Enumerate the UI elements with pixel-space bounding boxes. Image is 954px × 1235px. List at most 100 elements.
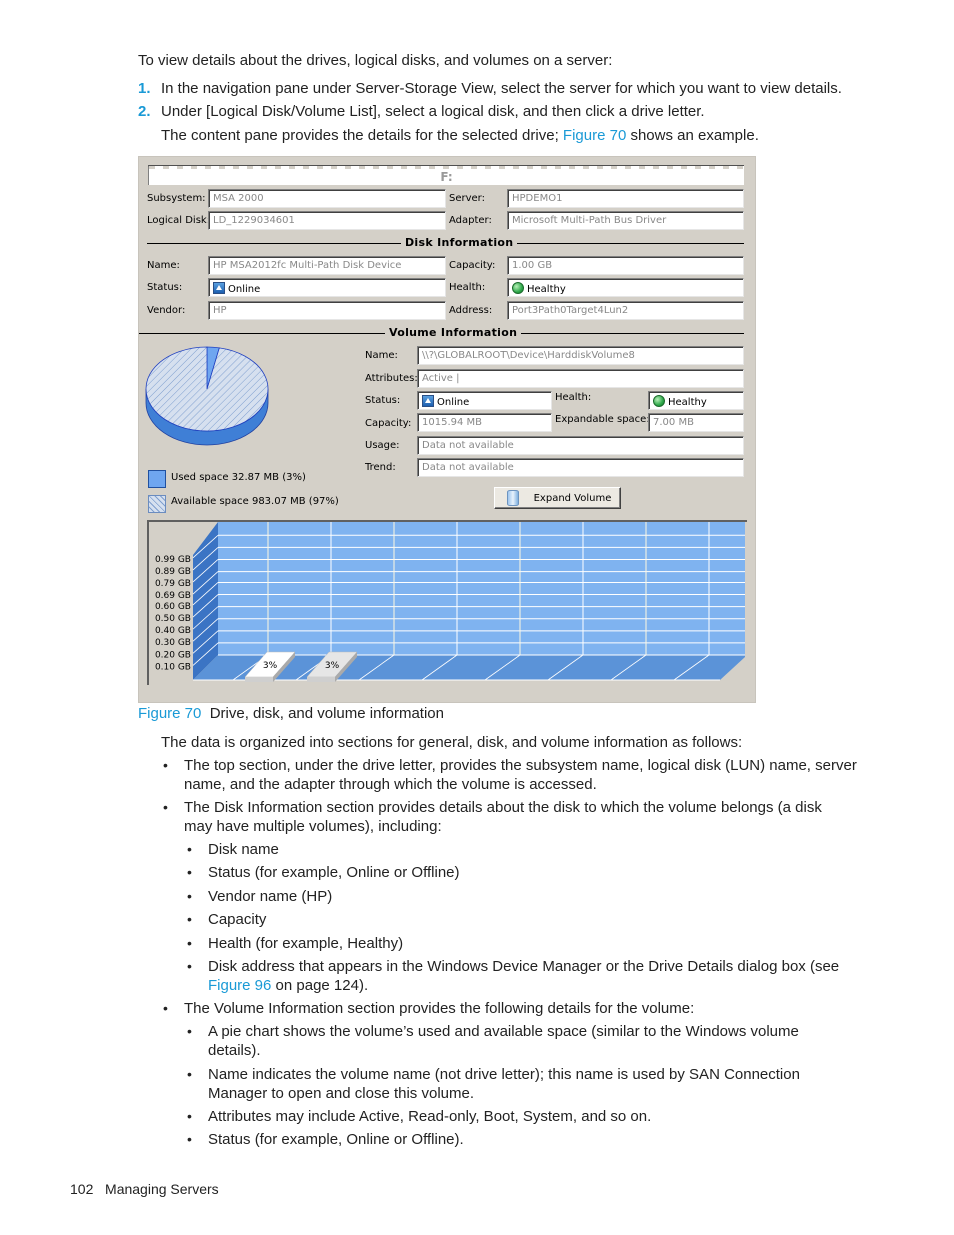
bullet-text: The top section, under the drive letter,…: [184, 757, 857, 774]
step-number: 2.: [138, 103, 151, 120]
usage-field[interactable]: Data not available: [417, 436, 744, 455]
server-field[interactable]: HPDEMO1: [507, 189, 744, 208]
adapter-field[interactable]: Microsoft Multi-Path Bus Driver: [507, 211, 744, 230]
bullet: •: [163, 1000, 168, 1016]
volume-status-value: Online: [437, 397, 470, 408]
disk-capacity-label: Capacity:: [449, 260, 496, 271]
disk-health-label: Health:: [449, 282, 486, 293]
subsystem-field[interactable]: MSA 2000: [208, 189, 446, 208]
disk-status-value: Online: [228, 284, 261, 295]
volume-health-value: Healthy: [668, 397, 707, 408]
step-number: 1.: [138, 80, 151, 97]
bar-data-label: 3%: [263, 661, 278, 671]
bullet: •: [187, 958, 192, 974]
volume-status-field[interactable]: Online: [417, 391, 552, 410]
volume-capacity-field[interactable]: 1015.94 MB: [417, 413, 552, 432]
bullet: •: [163, 799, 168, 815]
usage-label: Usage:: [365, 440, 400, 451]
y-tick-label: 0.30 GB: [155, 638, 191, 648]
pie-slice-available: [145, 346, 269, 432]
trend-label: Trend:: [365, 462, 396, 473]
expandable-space-field[interactable]: 7.00 MB: [648, 413, 744, 432]
footer-section: Managing Servers: [105, 1181, 219, 1197]
volume-information-title: Volume Information: [385, 326, 522, 339]
expand-volume-icon: [507, 490, 519, 506]
y-tick-label: 0.10 GB: [155, 662, 191, 672]
chart-side-wall: [193, 522, 218, 680]
bullet: •: [187, 841, 192, 857]
sub-bullet-text: Name indicates the volume name (not driv…: [208, 1066, 800, 1083]
figure-caption-text: Drive, disk, and volume information: [209, 705, 444, 722]
volume-health-field[interactable]: Healthy: [648, 391, 744, 410]
disk-name-label: Name:: [147, 260, 180, 271]
sub-bullet-text: A pie chart shows the volume’s used and …: [208, 1023, 799, 1040]
volume-health-label: Health:: [555, 392, 592, 403]
disk-health-value: Healthy: [527, 284, 566, 295]
vendor-field[interactable]: HP: [208, 301, 446, 320]
disk-name-field[interactable]: HP MSA2012fc Multi-Path Disk Device: [208, 256, 446, 275]
sub-bullet-text: Attributes may include Active, Read-only…: [208, 1108, 652, 1125]
y-tick-label: 0.89 GB: [155, 567, 191, 577]
attributes-field[interactable]: Active |: [417, 369, 744, 388]
sub-bullet-text: Health (for example, Healthy): [208, 935, 404, 952]
online-icon: [422, 395, 434, 407]
bar-front: [307, 677, 335, 682]
healthy-icon: [512, 282, 524, 294]
expand-volume-label: Expand Volume: [533, 493, 612, 504]
y-tick-label: 0.99 GB: [155, 555, 191, 565]
page-footer: 102 Managing Servers: [70, 1180, 219, 1199]
sub-bullet-text: Figure 96 on page 124).: [208, 976, 368, 995]
sub-bullet-text: Capacity: [208, 911, 267, 928]
bullet: •: [163, 757, 168, 773]
subsystem-label: Subsystem:: [147, 193, 206, 204]
logical-disk-field[interactable]: LD_1229034601: [208, 211, 446, 230]
result-text-end: shows an example.: [626, 127, 759, 144]
disk-capacity-field[interactable]: 1.00 GB: [507, 256, 744, 275]
volume-capacity-label: Capacity:: [365, 418, 412, 429]
chart-back-wall: [218, 522, 745, 655]
bullet-text: The Volume Information section provides …: [184, 1000, 695, 1017]
sub-bullet-text: Disk address that appears in the Windows…: [208, 958, 840, 975]
bullet: •: [187, 1023, 192, 1039]
sub-bullet-text: Disk name: [208, 841, 279, 858]
y-tick-label: 0.79 GB: [155, 579, 191, 589]
step-text: Under [Logical Disk/Volume List], select…: [161, 103, 705, 120]
volume-status-label: Status:: [365, 395, 401, 406]
figure-caption: Figure 70 Drive, disk, and volume inform…: [138, 704, 444, 723]
healthy-icon: [653, 395, 665, 407]
figure-96-link[interactable]: Figure 96: [208, 977, 271, 994]
y-tick-label: 0.60 GB: [155, 602, 191, 612]
bullet: •: [187, 1131, 192, 1147]
volume-name-field[interactable]: \\?\GLOBALROOT\Device\HarddiskVolume8: [417, 346, 744, 365]
intro-lead: To view details about the drives, logica…: [138, 52, 613, 69]
adapter-label: Adapter:: [449, 215, 492, 226]
server-label: Server:: [449, 193, 485, 204]
available-space-legend: Available space 983.07 MB (97%): [171, 496, 339, 507]
bullet: •: [187, 911, 192, 927]
drive-letter: F:: [440, 170, 453, 184]
step-result: The content pane provides the details fo…: [161, 126, 759, 145]
attributes-label: Attributes:: [365, 373, 418, 384]
volume-pie-chart: [145, 346, 269, 446]
address-field[interactable]: Port3Path0Target4Lun2: [507, 301, 744, 320]
expand-volume-button[interactable]: Expand Volume: [494, 487, 621, 509]
sub-bullet-text: Manager to open and close this volume.: [208, 1085, 474, 1102]
bullet-text: name, and the adapter through which the …: [184, 776, 597, 793]
expandable-space-label: Expandable space:: [555, 414, 650, 425]
disk-health-field[interactable]: Healthy: [507, 278, 744, 297]
trend-field[interactable]: Data not available: [417, 458, 744, 477]
disk-information-title: Disk Information: [401, 236, 518, 249]
drive-letter-bar: F:: [148, 165, 744, 185]
figure-label: Figure 70: [138, 705, 202, 722]
disk-information-header: Disk Information: [147, 236, 744, 250]
bullet: •: [187, 1066, 192, 1082]
disk-status-field[interactable]: Online: [208, 278, 446, 297]
figure-70-link[interactable]: Figure 70: [563, 127, 626, 144]
sub-bullet-text: Status (for example, Online or Offline).: [208, 1131, 464, 1148]
bullet: •: [187, 935, 192, 951]
disk-status-label: Status:: [147, 282, 183, 293]
bullet-text: The Disk Information section provides de…: [184, 799, 822, 816]
page-ref: on page 124).: [271, 977, 369, 994]
step-text: In the navigation pane under Server-Stor…: [161, 80, 842, 97]
sub-bullet-text: details).: [208, 1042, 261, 1059]
